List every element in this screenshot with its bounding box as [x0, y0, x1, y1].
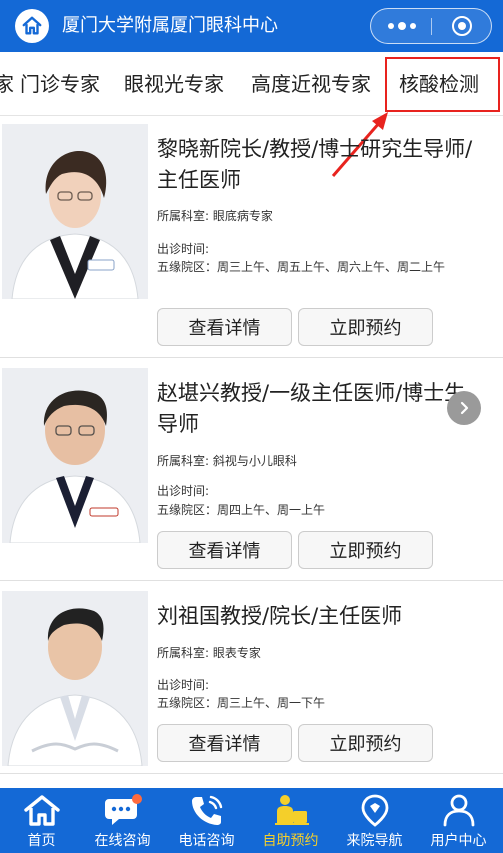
- clinic-schedule: 五缘院区：周三上午、周一下午: [157, 696, 326, 710]
- clinic-time-label: 出诊时间:: [157, 242, 210, 256]
- doctor-department: 所属科室: 眼表专家: [157, 646, 261, 660]
- nav-label: 来院导航: [346, 833, 403, 849]
- capsule-divider: [431, 18, 432, 35]
- doctor-photo: [2, 591, 148, 766]
- top-header: 厦门大学附属厦门眼科中心: [0, 0, 503, 52]
- book-now-button[interactable]: 立即预约: [298, 724, 433, 762]
- nav-self-appointment[interactable]: 自助预约: [249, 788, 332, 853]
- nav-label: 用户中心: [430, 833, 487, 849]
- bottom-navigation: 首页 在线咨询 电话咨询 自助预约 来院导航 用户中心: [0, 788, 503, 853]
- view-details-button[interactable]: 查看详情: [157, 724, 292, 762]
- doctor-department: 所属科室: 斜视与小儿眼科: [157, 454, 297, 468]
- nav-home[interactable]: 首页: [0, 788, 83, 853]
- tab-partial[interactable]: 家: [0, 52, 14, 116]
- tab-outpatient-experts[interactable]: 门诊专家: [20, 52, 100, 116]
- view-details-button[interactable]: 查看详情: [157, 308, 292, 346]
- clinic-schedule: 五缘院区：周三上午、周五上午、周六上午、周二上午: [157, 260, 446, 274]
- page-title: 厦门大学附属厦门眼科中心: [62, 15, 278, 36]
- doctor-department: 所属科室: 眼底病专家: [157, 209, 273, 223]
- annotation-highlight-box: [385, 57, 500, 112]
- card-divider: [0, 773, 503, 774]
- nav-user-center[interactable]: 用户中心: [417, 788, 500, 853]
- mini-program-capsule: [370, 8, 492, 44]
- clinic-time-label: 出诊时间:: [157, 678, 210, 692]
- tab-high-myopia-experts[interactable]: 高度近视专家: [251, 52, 371, 116]
- card-divider: [0, 580, 503, 581]
- appointment-icon: [274, 795, 309, 825]
- target-close-icon[interactable]: [452, 16, 472, 36]
- chat-bubble-icon: [104, 794, 142, 825]
- view-details-button[interactable]: 查看详情: [157, 531, 292, 569]
- clinic-time-label: 出诊时间:: [157, 484, 210, 498]
- doctor-name: 刘祖国教授/院长/主任医师: [157, 604, 403, 628]
- nav-phone-consult[interactable]: 电话咨询: [165, 788, 248, 853]
- tab-optometry-experts[interactable]: 眼视光专家: [124, 52, 224, 116]
- book-now-button[interactable]: 立即预约: [298, 531, 433, 569]
- doctor-photo: [2, 368, 148, 543]
- home-icon: [23, 795, 60, 826]
- nav-label: 电话咨询: [178, 833, 235, 849]
- nav-label: 自助预约: [262, 833, 319, 849]
- doctor-name: 赵堪兴教授/一级主任医师/博士生导师: [157, 381, 466, 436]
- nav-label: 首页: [27, 833, 56, 849]
- nav-hospital-navigation[interactable]: 来院导航: [333, 788, 416, 853]
- phone-icon: [191, 795, 222, 825]
- more-dots-icon[interactable]: [371, 9, 432, 43]
- doctor-photo: [2, 124, 148, 299]
- user-icon: [443, 794, 474, 827]
- clinic-schedule: 五缘院区：周四上午、周一上午: [157, 503, 326, 517]
- doctor-name: 黎晓新院长/教授/博士研究生导师/主任医师: [157, 137, 473, 192]
- card-divider: [0, 357, 503, 358]
- nav-label: 在线咨询: [94, 833, 151, 849]
- home-icon: [22, 16, 42, 35]
- location-pin-icon: [361, 794, 388, 827]
- chevron-right-icon[interactable]: [447, 391, 481, 425]
- book-now-button[interactable]: 立即预约: [298, 308, 433, 346]
- home-button[interactable]: [15, 9, 49, 43]
- nav-online-consult[interactable]: 在线咨询: [81, 788, 164, 853]
